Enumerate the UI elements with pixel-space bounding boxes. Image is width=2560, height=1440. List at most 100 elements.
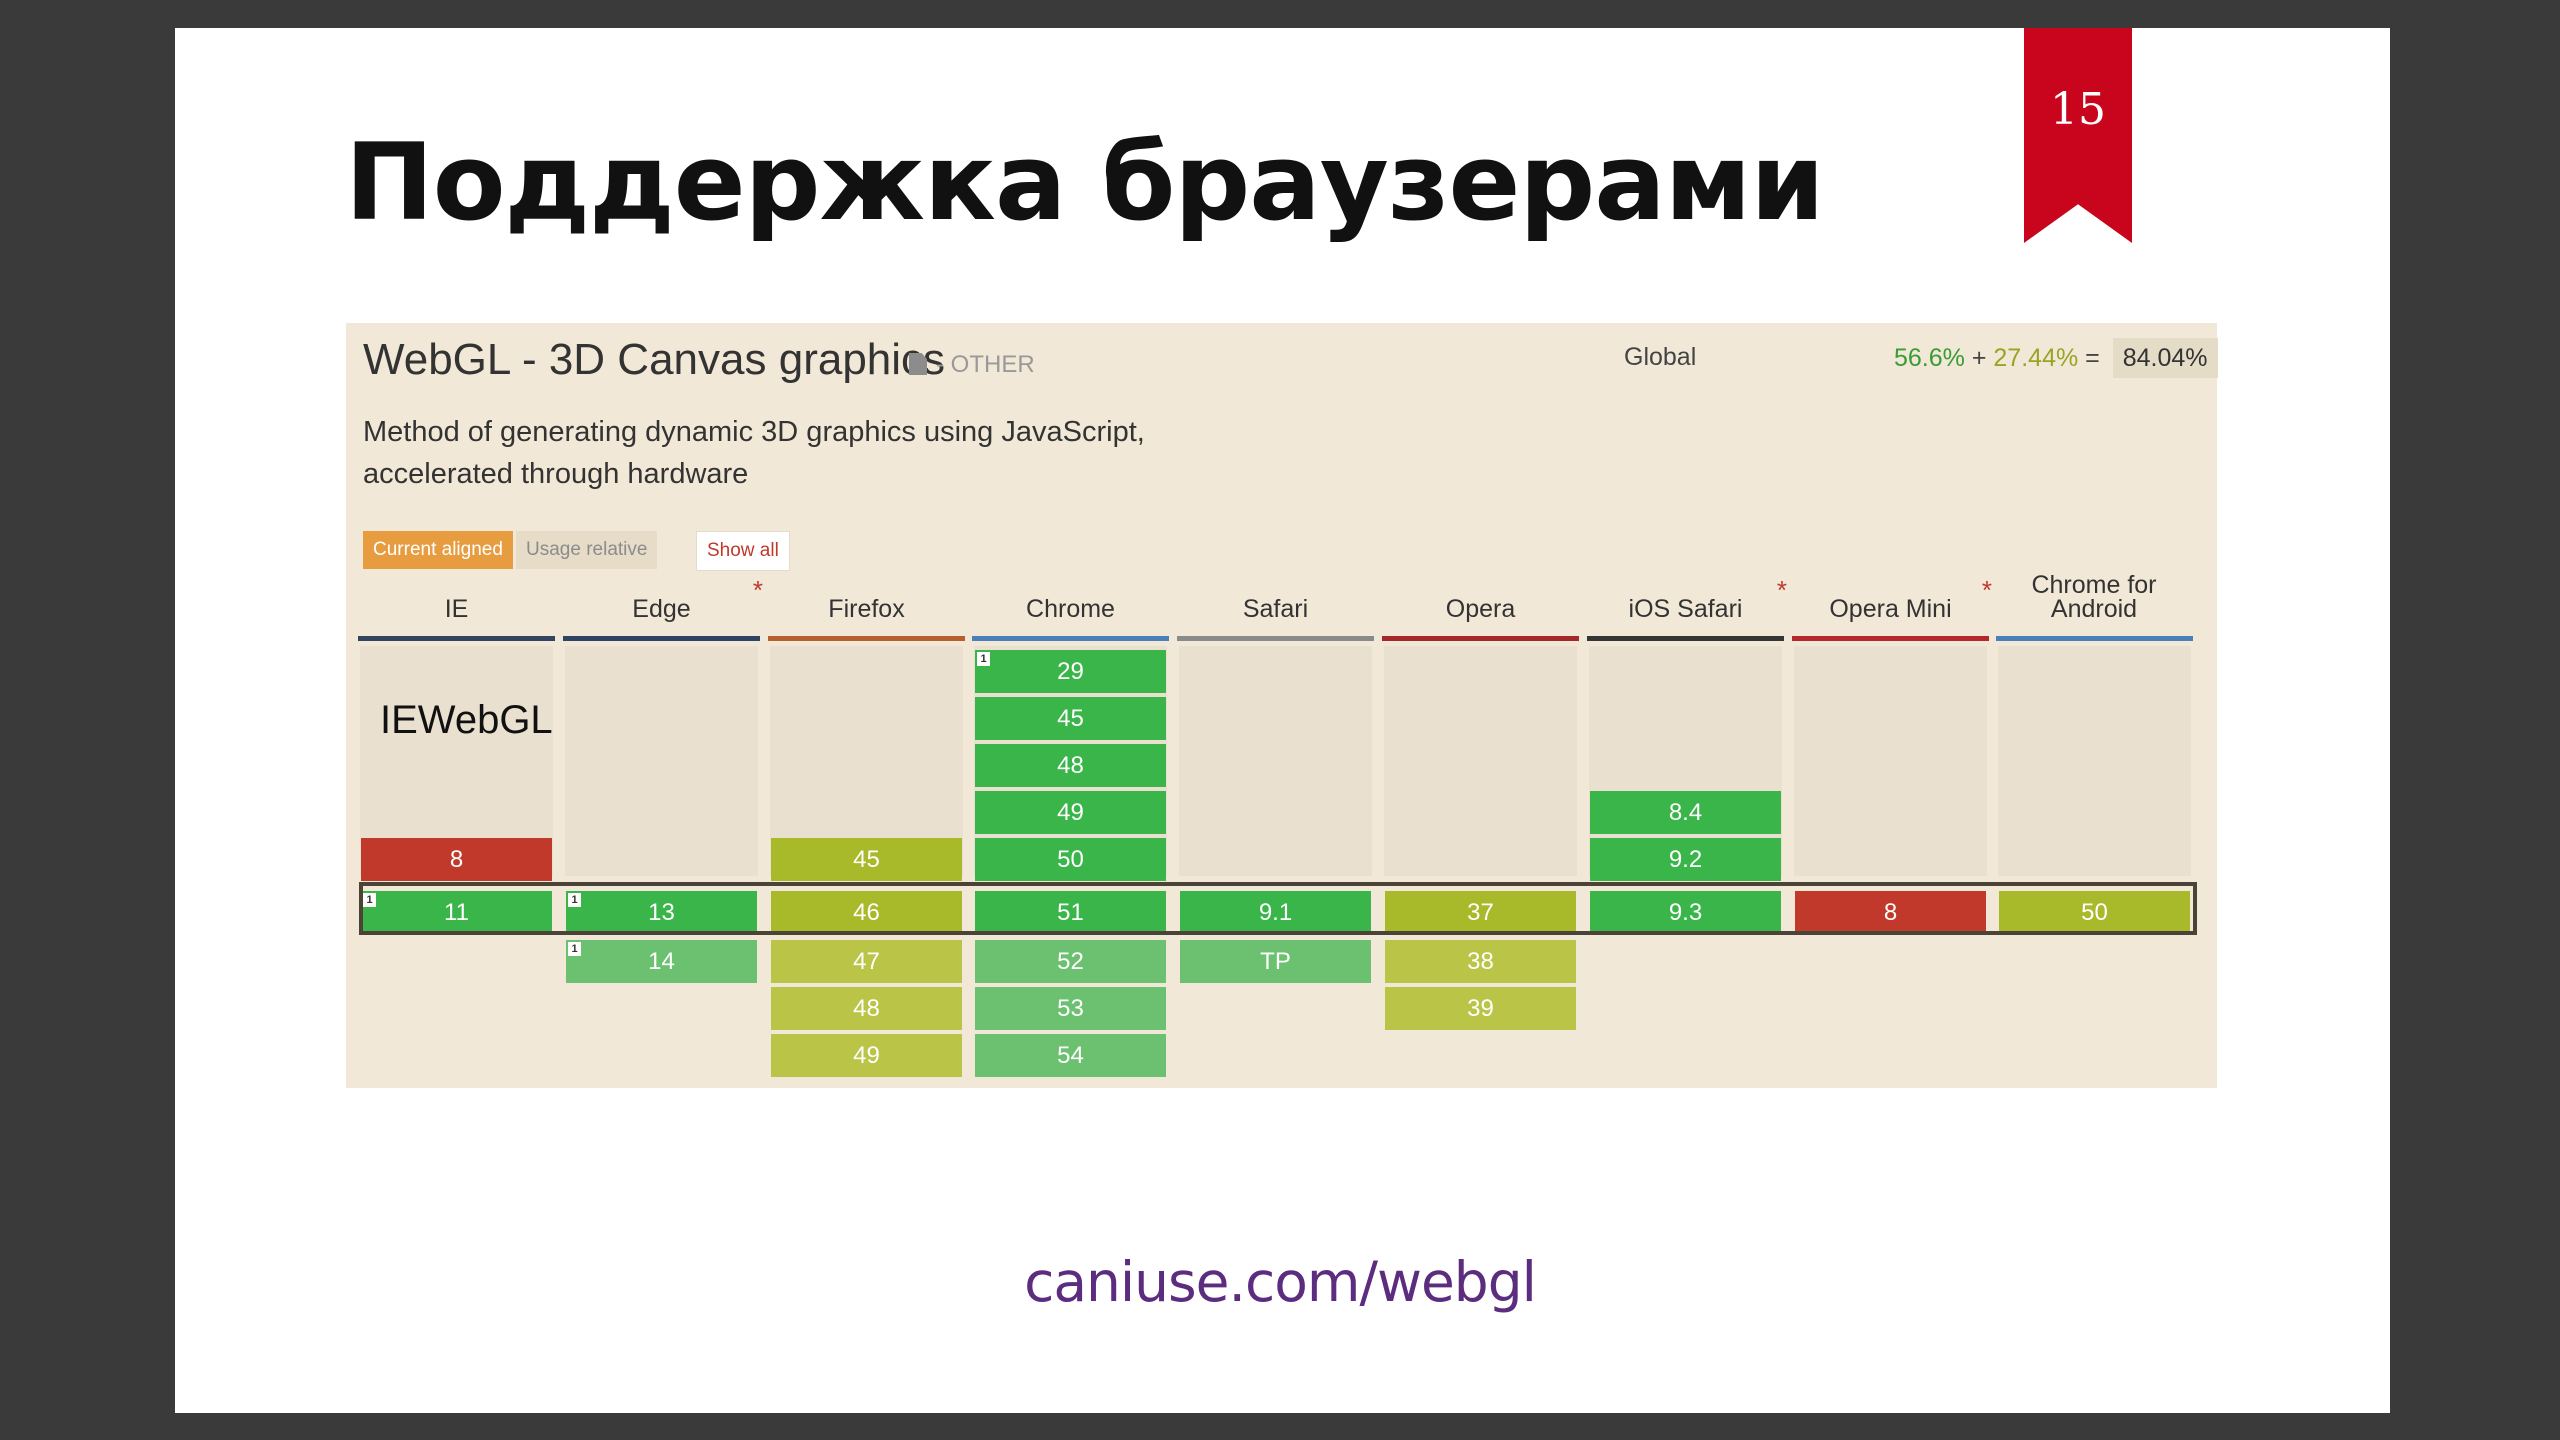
- version-label: 39: [1467, 995, 1494, 1022]
- version-label: 49: [853, 1042, 880, 1069]
- current-aligned-button[interactable]: Current aligned: [363, 531, 513, 569]
- version-label: 8: [449, 846, 464, 873]
- feature-title[interactable]: WebGL - 3D Canvas graphics: [363, 335, 945, 385]
- version-cell-past[interactable]: 48: [975, 744, 1166, 787]
- version-label: 38: [1467, 948, 1494, 975]
- description-line-2: accelerated through hardware: [363, 458, 749, 490]
- browser-color-bar: [1792, 636, 1989, 641]
- version-label: 46: [853, 899, 880, 926]
- version-label: 48: [1057, 752, 1084, 779]
- version-cell-current[interactable]: 46: [771, 891, 962, 934]
- version-label: 45: [853, 846, 880, 873]
- browser-name: Opera: [1445, 595, 1516, 623]
- version-cell-past[interactable]: 29 1: [975, 650, 1166, 693]
- version-cell-future[interactable]: 14 1: [566, 940, 757, 983]
- version-cell-current[interactable]: 11 1: [361, 891, 552, 934]
- browser-name: Opera Mini: [1829, 595, 1952, 623]
- version-cell-past[interactable]: 45: [771, 838, 962, 881]
- browser-name: Chrome: [1026, 595, 1115, 623]
- version-cell-past[interactable]: 50: [975, 838, 1166, 881]
- version-label: 51: [1057, 899, 1084, 926]
- browser-name: Chrome for Android: [2031, 571, 2157, 623]
- feature-description: Method of generating dynamic 3D graphics…: [363, 411, 1263, 495]
- usage-total: 84.04%: [2112, 338, 2218, 378]
- usage-partial: 27.44%: [1993, 344, 2079, 372]
- version-cell-current[interactable]: 37: [1385, 891, 1576, 934]
- feature-category[interactable]: - OTHER: [936, 351, 1035, 379]
- browser-name: Safari: [1242, 595, 1309, 623]
- version-cell-past[interactable]: 49: [975, 791, 1166, 834]
- description-line-1: Method of generating dynamic 3D graphics…: [363, 416, 1145, 448]
- version-cell-past[interactable]: 9.2: [1590, 838, 1781, 881]
- version-label: 54: [1057, 1042, 1084, 1069]
- note-marker[interactable]: 1: [363, 893, 376, 907]
- version-label: 9.1: [1258, 899, 1293, 926]
- version-cell-future[interactable]: 39: [1385, 987, 1576, 1030]
- note-marker[interactable]: 1: [977, 652, 990, 666]
- browser-name: IE: [444, 595, 469, 623]
- version-cell-future[interactable]: 47: [771, 940, 962, 983]
- version-cell-future[interactable]: 38: [1385, 940, 1576, 983]
- caniuse-link[interactable]: caniuse.com/webgl: [0, 1250, 2560, 1314]
- version-label: 53: [1057, 995, 1084, 1022]
- browser-color-bar: [1587, 636, 1784, 641]
- note-marker[interactable]: 1: [568, 893, 581, 907]
- usage-equals: =: [2085, 344, 2100, 372]
- browser-name: Firefox: [828, 595, 905, 623]
- version-cell-future[interactable]: 53: [975, 987, 1166, 1030]
- usage-relative-button[interactable]: Usage relative: [516, 531, 658, 569]
- version-label: 50: [1057, 846, 1084, 873]
- notes-star-icon[interactable]: *: [1777, 577, 1787, 603]
- version-cell-current[interactable]: 9.3: [1590, 891, 1781, 934]
- browser-color-bar: [1996, 636, 2193, 641]
- version-label: 49: [1057, 799, 1084, 826]
- version-label: 14: [648, 948, 675, 975]
- version-cell-future[interactable]: 54: [975, 1034, 1166, 1077]
- version-label: 9.3: [1668, 899, 1703, 926]
- document-icon[interactable]: [909, 353, 927, 375]
- past-versions-area: [1384, 646, 1577, 876]
- version-cell-past[interactable]: 8.4: [1590, 791, 1781, 834]
- version-label: 11: [444, 899, 469, 926]
- version-cell-current[interactable]: 51: [975, 891, 1166, 934]
- version-label: 37: [1467, 899, 1494, 926]
- notes-star-icon[interactable]: *: [753, 577, 763, 603]
- version-cell-past[interactable]: 8: [361, 838, 552, 881]
- usage-plus: +: [1971, 344, 1987, 372]
- slide-title: Поддержка браузерами: [345, 121, 1825, 244]
- version-label: 9.2: [1668, 846, 1703, 873]
- browser-name: Edge: [632, 595, 691, 623]
- past-versions-area: [1179, 646, 1372, 876]
- version-cell-future[interactable]: 48: [771, 987, 962, 1030]
- caniuse-panel: WebGL - 3D Canvas graphics - OTHER Globa…: [346, 323, 2218, 1088]
- version-cell-current[interactable]: 50: [1999, 891, 2190, 934]
- browser-color-bar: [563, 636, 760, 641]
- global-usage: 56.6% + 27.44% = 84.04%: [1894, 338, 2218, 378]
- version-cell-current[interactable]: 13 1: [566, 891, 757, 934]
- browser-color-bar: [768, 636, 965, 641]
- browser-color-bar: [972, 636, 1169, 641]
- version-label: 52: [1057, 948, 1084, 975]
- browser-name: iOS Safari: [1628, 595, 1743, 623]
- version-label: 47: [853, 948, 880, 975]
- version-cell-future[interactable]: 49: [771, 1034, 962, 1077]
- iewebgl-label: IEWebGL: [380, 698, 553, 742]
- browser-color-bar: [1177, 636, 1374, 641]
- show-all-button[interactable]: Show all: [696, 531, 790, 571]
- version-cell-current[interactable]: 9.1: [1180, 891, 1371, 934]
- version-cell-current[interactable]: 8: [1795, 891, 1986, 934]
- note-marker[interactable]: 1: [568, 942, 581, 956]
- past-versions-area: [1794, 646, 1987, 876]
- version-label: 13: [648, 899, 675, 926]
- version-label: TP: [1260, 948, 1291, 975]
- version-cell-past[interactable]: 45: [975, 697, 1166, 740]
- version-cell-future[interactable]: 52: [975, 940, 1166, 983]
- browser-color-bar: [358, 636, 555, 641]
- notes-star-icon[interactable]: *: [1982, 577, 1992, 603]
- usage-supported: 56.6%: [1894, 344, 1965, 372]
- past-versions-area: [565, 646, 758, 876]
- global-label: Global: [1624, 343, 1697, 371]
- version-label: 8.4: [1668, 799, 1703, 826]
- browser-color-bar: [1382, 636, 1579, 641]
- version-cell-future[interactable]: TP: [1180, 940, 1371, 983]
